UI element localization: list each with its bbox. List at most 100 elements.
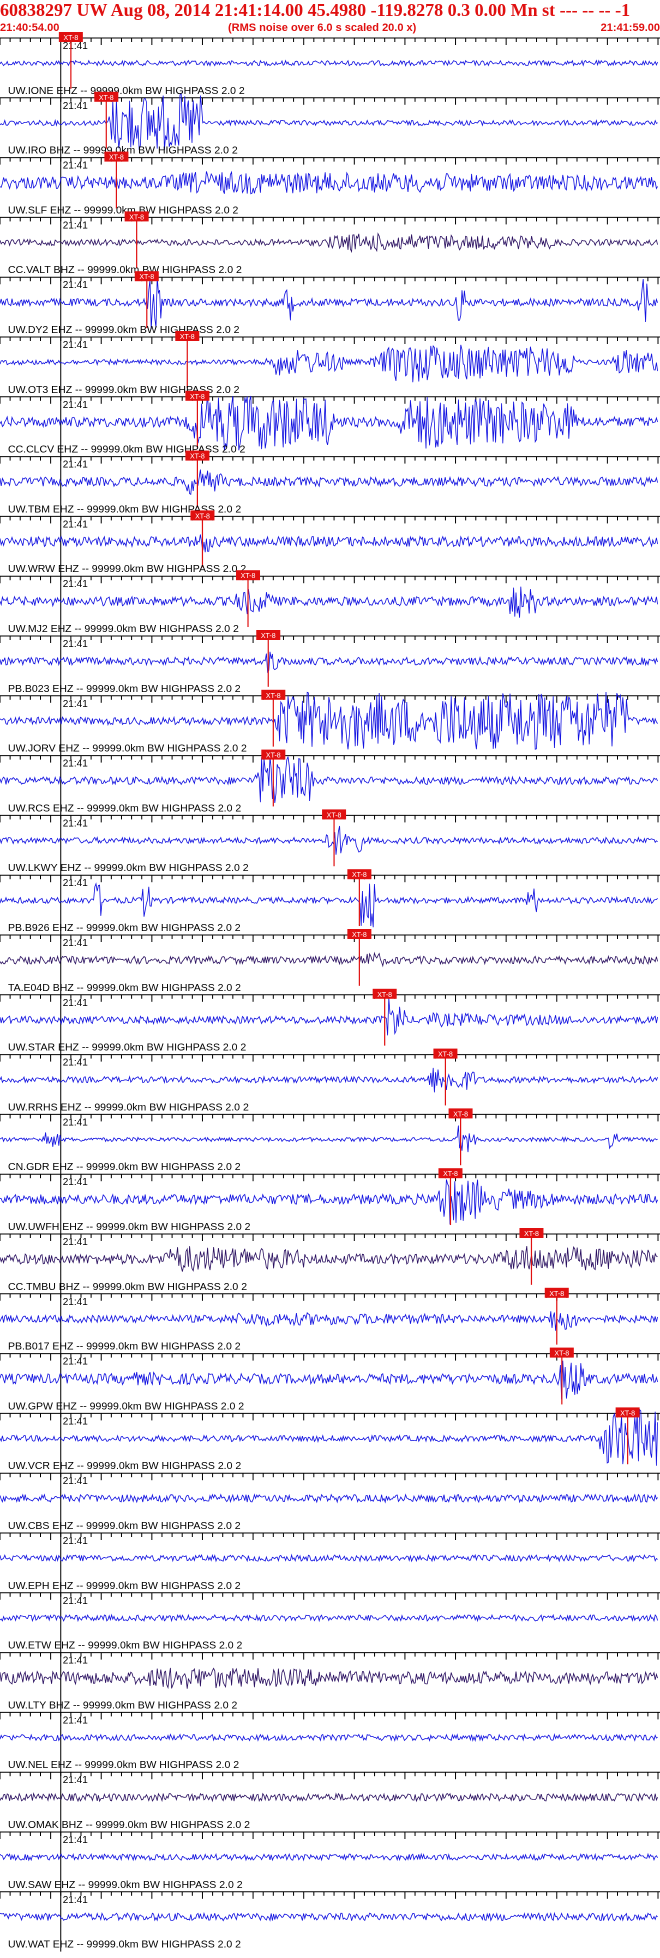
station-label: TA.E04D BHZ -- 99999.0km BW HIGHPASS 2.0… bbox=[8, 982, 241, 994]
waveform-trace bbox=[0, 1408, 658, 1466]
station-label: UW.WAT EHZ -- 99999.0km BW HIGHPASS 2.0 … bbox=[8, 1939, 241, 1951]
station-label: UW.WRW EHZ -- 99999.0km BW HIGHPASS 2.0 … bbox=[8, 563, 246, 575]
pick-label: XT-8 bbox=[241, 573, 256, 580]
minute-label: 21:41 bbox=[63, 1656, 88, 1667]
station-label: UW.JORV EHZ -- 99999.0km BW HIGHPASS 2.0… bbox=[8, 743, 247, 755]
minute-label: 21:41 bbox=[63, 280, 88, 291]
station-label: CN.GDR EHZ -- 99999.0km BW HIGHPASS 2.0 … bbox=[8, 1161, 241, 1173]
minute-label: 21:41 bbox=[63, 1237, 88, 1248]
station-label: UW.GPW EHZ -- 99999.0km BW HIGHPASS 2.0 … bbox=[8, 1400, 244, 1412]
waveform-trace bbox=[0, 93, 658, 151]
station-label: UW.LKWY EHZ -- 99999.0km BW HIGHPASS 2.0… bbox=[8, 862, 249, 874]
waveform-trace bbox=[0, 276, 658, 330]
waveform-trace bbox=[0, 1852, 658, 1862]
minute-label: 21:41 bbox=[63, 818, 88, 829]
minute-label: 21:41 bbox=[63, 1536, 88, 1547]
waveform-trace bbox=[0, 1733, 658, 1742]
minute-label: 21:41 bbox=[63, 41, 88, 52]
pick-label: XT-8 bbox=[352, 932, 367, 939]
minute-label: 21:41 bbox=[63, 1596, 88, 1607]
waveform-trace bbox=[0, 1125, 658, 1153]
pick-label: XT-8 bbox=[180, 334, 195, 341]
minute-label: 21:41 bbox=[63, 938, 88, 949]
waveform-trace bbox=[0, 1493, 658, 1504]
pick-label: XT-8 bbox=[620, 1410, 635, 1417]
waveform-trace bbox=[0, 469, 658, 495]
waveform-trace bbox=[0, 651, 658, 674]
station-label: UW.MJ2 EHZ -- 99999.0km BW HIGHPASS 2.0 … bbox=[8, 623, 239, 635]
pick-label: XT-8 bbox=[139, 274, 154, 281]
station-label: UW.VCR EHZ -- 99999.0km BW HIGHPASS 2.0 … bbox=[8, 1460, 241, 1472]
station-label: PB.B926 EHZ -- 99999.0km BW HIGHPASS 2.0… bbox=[8, 922, 241, 934]
pick-label: XT-8 bbox=[195, 513, 210, 520]
pick-label: XT-8 bbox=[190, 394, 205, 401]
minute-label: 21:41 bbox=[63, 1416, 88, 1427]
waveform-trace bbox=[0, 1179, 658, 1225]
station-label: PB.B017 EHZ -- 99999.0km BW HIGHPASS 2.0… bbox=[8, 1341, 241, 1353]
pick-label: XT-8 bbox=[443, 1171, 458, 1178]
pick-label: XT-8 bbox=[524, 1231, 539, 1238]
waveform-trace bbox=[0, 1360, 658, 1400]
minute-label: 21:41 bbox=[63, 400, 88, 411]
minute-label: 21:41 bbox=[63, 759, 88, 770]
pick-label: XT-8 bbox=[99, 95, 114, 102]
waveform-trace bbox=[0, 1246, 658, 1272]
minute-label: 21:41 bbox=[63, 460, 88, 471]
waveform-trace bbox=[0, 1311, 658, 1331]
pick-label: XT-8 bbox=[261, 633, 276, 640]
pick-label: XT-8 bbox=[453, 1111, 468, 1118]
minute-label: 21:41 bbox=[63, 639, 88, 650]
station-label: CC.CLCV EHZ -- 99999.0km BW HIGHPASS 2.0… bbox=[8, 444, 245, 456]
pick-label: XT-8 bbox=[109, 155, 124, 162]
station-label: PB.B023 EHZ -- 99999.0km BW HIGHPASS 2.0… bbox=[8, 683, 241, 695]
pick-label: XT-8 bbox=[352, 872, 367, 879]
pick-label: XT-8 bbox=[377, 992, 392, 999]
station-label: CC.TMBU BHZ -- 99999.0km BW HIGHPASS 2.0… bbox=[8, 1281, 247, 1293]
minute-label: 21:41 bbox=[63, 1297, 88, 1308]
waveform-trace bbox=[0, 170, 658, 195]
pick-label: XT-8 bbox=[266, 693, 281, 700]
waveform-trace bbox=[0, 344, 658, 383]
minute-label: 21:41 bbox=[63, 998, 88, 1009]
minute-label: 21:41 bbox=[63, 220, 88, 231]
waveform-trace bbox=[0, 1911, 658, 1922]
waveform-trace bbox=[0, 586, 658, 618]
waveform-trace bbox=[0, 1792, 658, 1803]
pick-label: XT-8 bbox=[129, 214, 144, 221]
waveform-trace bbox=[0, 997, 658, 1036]
station-label: UW.DY2 EHZ -- 99999.0km BW HIGHPASS 2.0 … bbox=[8, 324, 240, 336]
pick-label: XT-8 bbox=[327, 812, 342, 819]
waveform-trace bbox=[0, 951, 658, 968]
station-label: UW.OMAK BHZ -- 99999.0km BW HIGHPASS 2.0… bbox=[8, 1819, 250, 1831]
station-label: UW.STAR EHZ -- 99999.0km BW HIGHPASS 2.0… bbox=[8, 1042, 246, 1054]
minute-label: 21:41 bbox=[63, 1177, 88, 1188]
minute-label: 21:41 bbox=[63, 1058, 88, 1069]
minute-label: 21:41 bbox=[63, 1117, 88, 1128]
station-label: UW.ETW EHZ -- 99999.0km BW HIGHPASS 2.0 … bbox=[8, 1640, 243, 1652]
station-label: UW.IONE EHZ -- 99999.0km BW HIGHPASS 2.0… bbox=[8, 85, 245, 97]
waveform-trace bbox=[0, 756, 658, 804]
station-label: UW.RCS EHZ -- 99999.0km BW HIGHPASS 2.0 … bbox=[8, 802, 241, 814]
pick-label: XT-8 bbox=[266, 753, 281, 760]
waveform-trace bbox=[0, 534, 658, 553]
station-label: UW.UWFH EHZ -- 99999.0km BW HIGHPASS 2.0… bbox=[8, 1221, 251, 1233]
waveform-trace bbox=[0, 1667, 658, 1690]
pick-label: XT-8 bbox=[438, 1052, 453, 1059]
station-label: UW.CBS EHZ -- 99999.0km BW HIGHPASS 2.0 … bbox=[8, 1520, 241, 1532]
minute-label: 21:41 bbox=[63, 1715, 88, 1726]
station-label: UW.SAW EHZ -- 99999.0km BW HIGHPASS 2.0 … bbox=[8, 1879, 243, 1891]
pick-label: XT-8 bbox=[549, 1291, 564, 1298]
waveform-trace bbox=[0, 882, 658, 928]
station-label: UW.EPH EHZ -- 99999.0km BW HIGHPASS 2.0 … bbox=[8, 1580, 241, 1592]
waveform-trace bbox=[0, 1553, 658, 1563]
minute-label: 21:41 bbox=[63, 579, 88, 590]
waveform-trace bbox=[0, 232, 658, 254]
minute-label: 21:41 bbox=[63, 699, 88, 710]
waveform-trace bbox=[0, 393, 658, 451]
waveform-trace bbox=[0, 1067, 658, 1093]
pick-label: XT-8 bbox=[63, 35, 78, 42]
pick-label: XT-8 bbox=[190, 454, 205, 461]
minute-label: 21:41 bbox=[63, 340, 88, 351]
station-label: UW.LTY BHZ -- 99999.0km BW HIGHPASS 2.0 … bbox=[8, 1699, 237, 1711]
minute-label: 21:41 bbox=[63, 161, 88, 172]
